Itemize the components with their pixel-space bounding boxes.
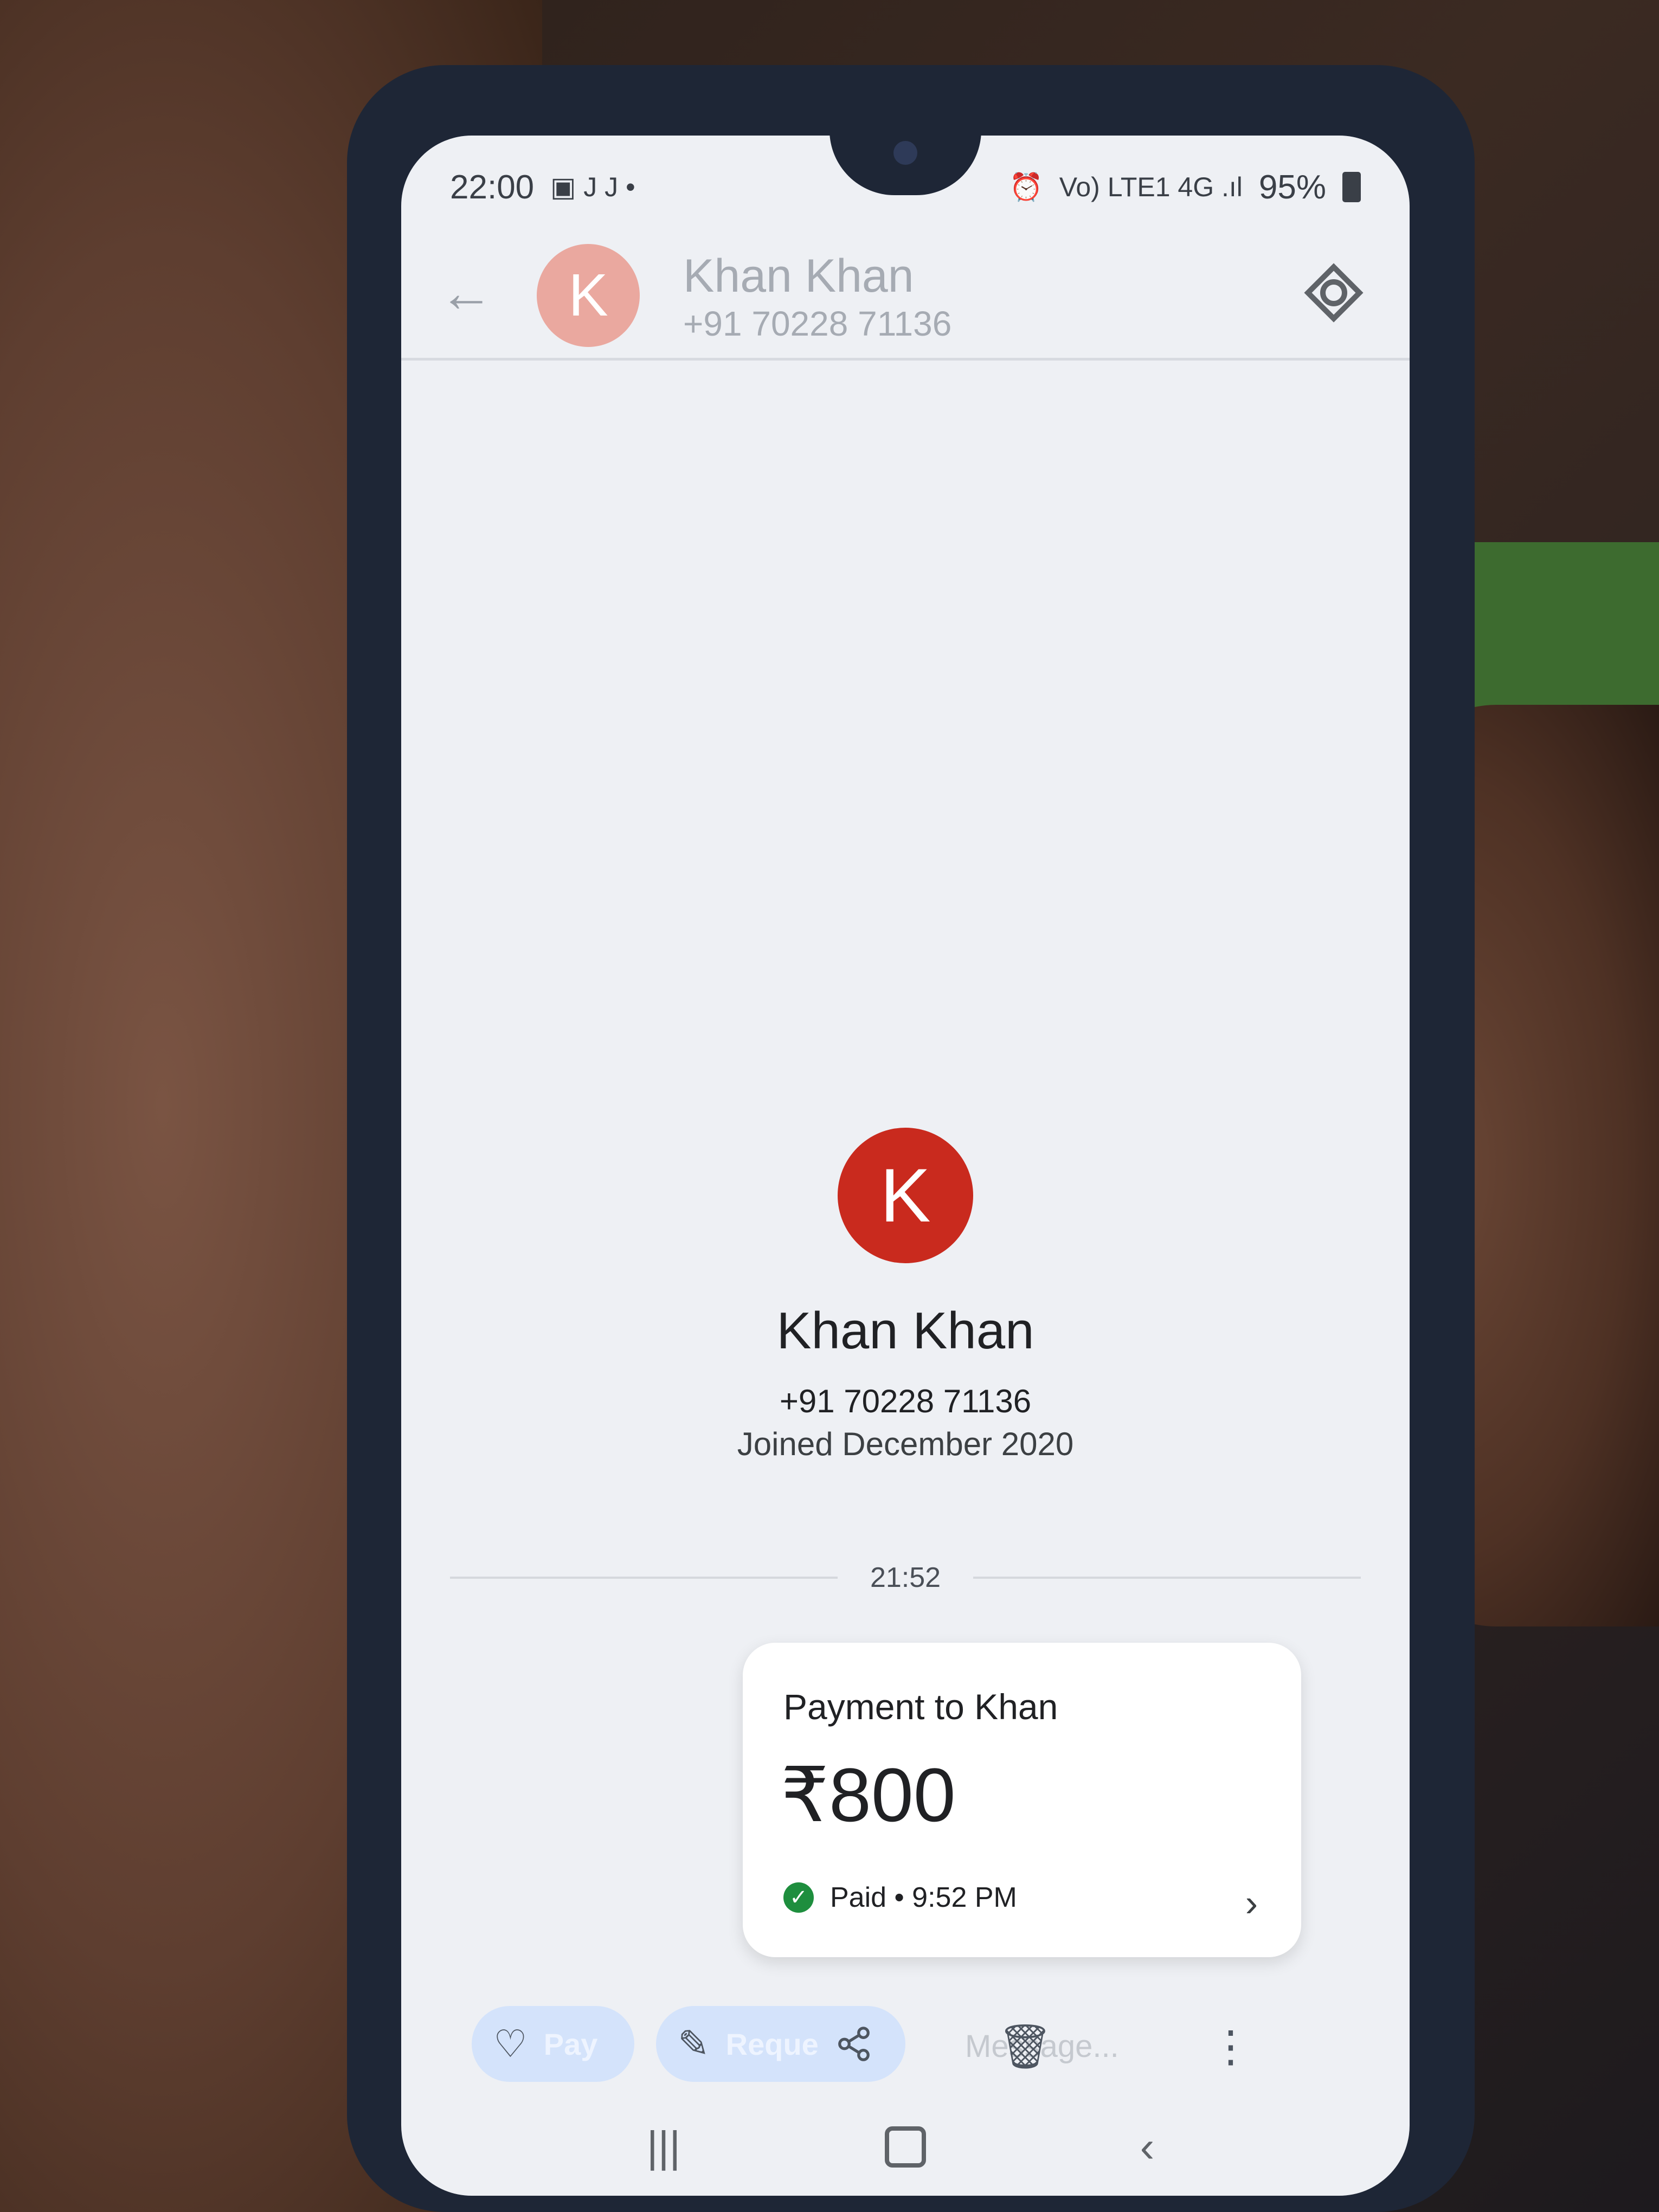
action-bar: ♡ Pay ✎ Reque Message... 🗑 ⋮: [401, 2001, 1410, 2087]
android-nav-bar: ||| ‹: [401, 2104, 1410, 2190]
signal-icon: Vo) LTE1 4G .ıl: [1059, 172, 1243, 202]
share-icon[interactable]: [835, 2025, 873, 2063]
header-contact-name[interactable]: Khan Khan: [683, 249, 914, 303]
pay-button[interactable]: ♡ Pay: [472, 2006, 634, 2082]
payment-status: ✓ Paid • 9:52 PM: [783, 1881, 1017, 1914]
home-icon[interactable]: [885, 2126, 926, 2168]
phone-screen: 22:00 ▣ J J • ⏰ Vo) LTE1 4G .ıl 95% ← K …: [401, 136, 1410, 2196]
report-icon[interactable]: [1301, 260, 1366, 325]
request-label: Reque: [725, 2027, 819, 2061]
pencil-icon: ✎: [678, 2023, 710, 2065]
battery-percent: 95%: [1258, 168, 1326, 206]
status-bar: 22:00 ▣ J J • ⏰ Vo) LTE1 4G .ıl 95%: [450, 157, 1361, 217]
profile-avatar: K: [838, 1128, 973, 1263]
payment-status-text: Paid • 9:52 PM: [830, 1882, 1017, 1913]
check-icon: ✓: [783, 1882, 814, 1913]
recents-icon[interactable]: |||: [631, 2122, 696, 2172]
time-divider: 21:52: [450, 1556, 1361, 1599]
divider-time: 21:52: [870, 1562, 941, 1593]
profile-name: Khan Khan: [776, 1302, 1034, 1360]
profile-phone: +91 70228 71136: [779, 1383, 1032, 1419]
header-contact-phone: +91 70228 71136: [683, 304, 952, 343]
divider-line: [450, 1577, 838, 1579]
payment-card[interactable]: Payment to Khan ₹800 ✓ Paid • 9:52 PM ›: [743, 1643, 1301, 1957]
pay-label: Pay: [543, 2027, 598, 2061]
payment-amount: ₹800: [781, 1752, 956, 1837]
battery-icon: [1342, 172, 1361, 202]
divider-line: [973, 1577, 1361, 1579]
payment-title: Payment to Khan: [783, 1687, 1058, 1727]
header-avatar[interactable]: K: [537, 244, 640, 347]
nav-back-icon[interactable]: ‹: [1115, 2122, 1180, 2172]
chevron-right-icon[interactable]: ›: [1245, 1881, 1258, 1925]
alarm-icon: ⏰: [1009, 171, 1043, 202]
profile-joined-date: Joined December 2020: [737, 1426, 1074, 1462]
request-button[interactable]: ✎ Reque: [656, 2006, 905, 2082]
notification-icons: ▣ J J •: [550, 172, 635, 202]
more-options-icon[interactable]: ⋮: [1209, 2017, 1252, 2076]
back-arrow-icon[interactable]: ←: [434, 260, 499, 325]
trash-icon[interactable]: 🗑: [998, 2017, 1053, 2076]
contact-profile: K Khan Khan +91 70228 71136 Joined Decem…: [401, 1128, 1410, 1463]
heart-icon: ♡: [493, 2023, 528, 2065]
status-time: 22:00: [450, 168, 535, 206]
chat-header: ← K Khan Khan +91 70228 71136: [401, 228, 1410, 361]
